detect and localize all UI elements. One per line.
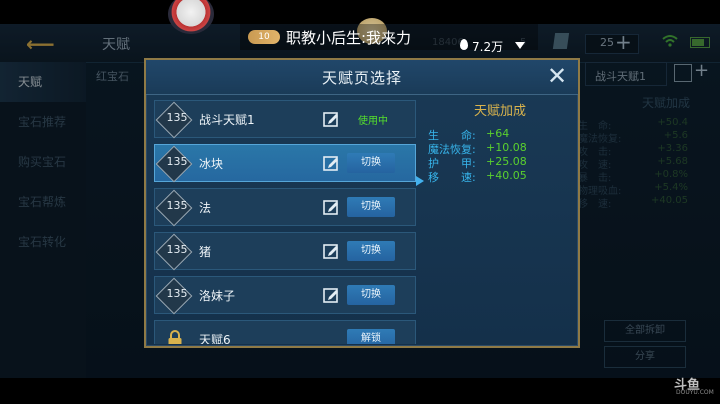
talent-page-row[interactable]: 135 猪 切换 bbox=[154, 232, 416, 271]
page-name: 洛妹子 bbox=[199, 289, 236, 303]
stat-value: +40.05 bbox=[486, 169, 527, 182]
edit-icon[interactable] bbox=[323, 111, 339, 127]
talent-page-row[interactable]: 135 战斗天赋1 使用中 bbox=[154, 100, 416, 139]
dialog-header: 天赋页选择 ✕ bbox=[146, 60, 578, 95]
selection-arrow-icon bbox=[416, 176, 424, 186]
page-name: 战斗天赋1 bbox=[199, 113, 255, 127]
stat-key: 移 速: bbox=[428, 171, 476, 184]
level-number: 135 bbox=[166, 199, 188, 212]
switch-button[interactable]: 切换 bbox=[347, 197, 395, 217]
edit-icon[interactable] bbox=[323, 199, 339, 215]
stat-row: 移 速: +40.05 bbox=[428, 169, 572, 184]
dialog-title: 天赋页选择 bbox=[321, 69, 402, 87]
stat-row: 生 命: +64 bbox=[428, 127, 572, 142]
lock-icon bbox=[168, 330, 182, 344]
flame-icon bbox=[460, 39, 468, 50]
screen: ⟵ 天赋 18406 5 25 + 天赋 宝石推荐 购买宝石 宝石帮炼 宝石转化… bbox=[0, 0, 720, 404]
douyu-url: DOUYU.COM bbox=[676, 389, 714, 396]
edit-icon[interactable] bbox=[323, 243, 339, 259]
talent-page-dialog: 天赋页选择 ✕ 135 战斗天赋1 使用中 135 冰块 切换 135 法 切换… bbox=[144, 58, 580, 348]
stat-row: 魔法恢复: +10.08 bbox=[428, 141, 572, 156]
page-name: 冰块 bbox=[199, 157, 224, 171]
talent-page-row[interactable]: 135 洛妹子 切换 bbox=[154, 276, 416, 315]
stat-key: 魔法恢复: bbox=[428, 143, 476, 156]
talent-page-row[interactable]: 135 冰块 切换 bbox=[154, 144, 416, 183]
level-number: 135 bbox=[166, 111, 188, 124]
switch-button[interactable]: 切换 bbox=[347, 153, 395, 173]
stat-value: +64 bbox=[486, 127, 510, 140]
chevron-down-icon[interactable] bbox=[515, 42, 525, 49]
talent-page-list: 135 战斗天赋1 使用中 135 冰块 切换 135 法 切换 135 猪 切… bbox=[154, 98, 416, 344]
edit-icon[interactable] bbox=[323, 155, 339, 171]
unlock-button[interactable]: 解锁 bbox=[347, 329, 395, 344]
level-number: 135 bbox=[166, 287, 188, 300]
page-name: 法 bbox=[199, 201, 212, 215]
switch-button[interactable]: 切换 bbox=[347, 241, 395, 261]
stream-title: 职教小后生:我来力 bbox=[286, 29, 412, 47]
page-name: 天赋6 bbox=[199, 333, 231, 344]
in-use-label: 使用中 bbox=[358, 116, 388, 127]
stat-row: 护 甲: +25.08 bbox=[428, 155, 572, 170]
talent-page-row[interactable]: 135 法 切换 bbox=[154, 188, 416, 227]
switch-button[interactable]: 切换 bbox=[347, 285, 395, 305]
bonus-title: 天赋加成 bbox=[473, 104, 526, 119]
talent-page-row-locked[interactable]: 天赋6 解锁 bbox=[154, 320, 416, 344]
game-view: ⟵ 天赋 18406 5 25 + 天赋 宝石推荐 购买宝石 宝石帮炼 宝石转化… bbox=[0, 24, 720, 378]
close-icon[interactable]: ✕ bbox=[544, 63, 570, 89]
level-number: 135 bbox=[166, 155, 188, 168]
stat-key: 护 甲: bbox=[428, 157, 476, 170]
fan-level-badge: 10 bbox=[248, 30, 280, 44]
viewer-count: 7.2万 bbox=[472, 40, 504, 54]
stat-key: 生 命: bbox=[428, 129, 476, 142]
stat-value: +25.08 bbox=[486, 155, 527, 168]
level-number: 135 bbox=[166, 243, 188, 256]
edit-icon[interactable] bbox=[323, 287, 339, 303]
stat-value: +10.08 bbox=[486, 141, 527, 154]
page-name: 猪 bbox=[199, 245, 212, 259]
talent-bonus-panel: 天赋加成 生 命: +64 魔法恢复: +10.08 护 甲: +25.08 移 速:… bbox=[428, 96, 572, 342]
